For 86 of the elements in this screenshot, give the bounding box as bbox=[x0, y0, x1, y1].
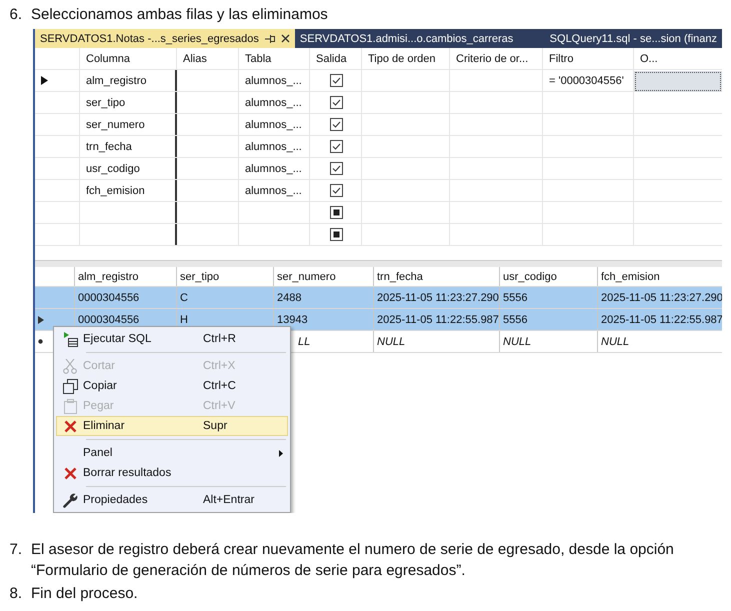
table-cell: 2025-11-05 11:22:55.987 bbox=[601, 314, 722, 326]
menu-item[interactable]: Ejecutar SQL Ctrl+R bbox=[56, 329, 288, 349]
menu-item[interactable]: Propiedades Alt+Entrar bbox=[56, 490, 288, 510]
checkbox[interactable] bbox=[330, 228, 342, 241]
step-number: 7. bbox=[8, 540, 23, 560]
table-cell: 13943 bbox=[277, 314, 308, 326]
table-cell: 2025-11-05 11:22:55.987 bbox=[377, 314, 499, 326]
menu-item[interactable]: Borrar resultados bbox=[56, 463, 288, 483]
table-cell: trn_fecha bbox=[86, 140, 132, 152]
table-cell: ser_numero bbox=[86, 118, 145, 130]
column-header[interactable]: Columna bbox=[80, 48, 177, 69]
checkbox[interactable] bbox=[330, 184, 342, 197]
table-cell: alumnos_... bbox=[245, 74, 302, 86]
table-row[interactable]: fch_emision alumnos_... bbox=[35, 180, 722, 202]
step-number: 6. bbox=[8, 5, 23, 25]
table-row[interactable]: ser_tipo alumnos_... bbox=[35, 92, 722, 114]
table-cell: alm_registro bbox=[86, 74, 147, 86]
pin-icon[interactable] bbox=[264, 34, 275, 42]
column-header[interactable]: alm_registro bbox=[75, 267, 177, 286]
wrench-icon bbox=[62, 492, 78, 508]
checkbox[interactable] bbox=[330, 162, 342, 175]
table-cell: 2025-11-05 11:23:27.290 bbox=[377, 292, 499, 304]
scissors-icon bbox=[63, 358, 77, 374]
table-cell: alumnos_... bbox=[245, 162, 302, 174]
close-icon[interactable] bbox=[280, 34, 290, 43]
table-row[interactable]: 0000304556 H 13943 2025-11-05 11:22:55.987 5556 2025-11-05 11:22:55.987 bbox=[35, 309, 722, 331]
column-header[interactable]: Salida bbox=[310, 48, 362, 69]
table-cell: NULL bbox=[601, 336, 630, 348]
document-tab[interactable]: SQLQuery11.sql - se...sion (finanz bbox=[544, 29, 722, 48]
row-pointer-icon bbox=[38, 316, 44, 324]
table-cell: = '0000304556' bbox=[549, 74, 624, 86]
table-cell: alumnos_... bbox=[245, 140, 302, 152]
focused-cell[interactable] bbox=[634, 71, 722, 92]
column-header[interactable]: usr_codigo bbox=[500, 267, 598, 286]
menu-item[interactable]: Eliminar Supr bbox=[56, 416, 288, 436]
run-icon bbox=[62, 332, 78, 346]
table-cell: alumnos_... bbox=[245, 118, 302, 130]
table-cell: LL bbox=[298, 336, 310, 348]
submenu-arrow-icon bbox=[279, 450, 283, 456]
menu-item[interactable]: Copiar Ctrl+C bbox=[56, 376, 288, 396]
table-cell: H bbox=[180, 314, 188, 326]
column-header[interactable]: Tipo de orden bbox=[362, 48, 450, 69]
table-cell: alumnos_... bbox=[245, 96, 302, 108]
column-header[interactable]: Criterio de or... bbox=[450, 48, 543, 69]
delete-icon bbox=[64, 420, 76, 432]
menu-item[interactable]: Panel bbox=[56, 443, 288, 463]
table-cell: 0000304556 bbox=[78, 314, 140, 326]
column-header[interactable]: Tabla bbox=[239, 48, 310, 69]
table-cell: usr_codigo bbox=[86, 162, 140, 174]
clipboard-icon bbox=[64, 398, 76, 414]
table-cell: 0000304556 bbox=[78, 292, 140, 304]
table-cell: C bbox=[180, 292, 188, 304]
step-text: El asesor de registro deberá crear nuevamente el numero de serie de egresado, desde la opción “Formulario de generación de números de serie para egresados”. bbox=[31, 540, 675, 581]
column-header[interactable]: O... bbox=[634, 48, 722, 69]
table-cell: 5556 bbox=[503, 314, 528, 326]
table-cell: alumnos_... bbox=[245, 184, 302, 196]
checkbox[interactable] bbox=[330, 206, 342, 219]
copy-icon bbox=[62, 378, 78, 394]
table-cell: NULL bbox=[503, 336, 532, 348]
column-header[interactable]: trn_fecha bbox=[374, 267, 500, 286]
new-row-icon bbox=[38, 339, 43, 344]
document-tab[interactable]: SERVDATOS1.Notas -...s_series_egresados bbox=[35, 29, 295, 48]
table-row[interactable]: alm_registro alumnos_... = '0000304556' bbox=[35, 70, 722, 92]
column-header[interactable]: Filtro bbox=[543, 48, 634, 69]
column-header[interactable]: Alias bbox=[177, 48, 239, 69]
step-text: Seleccionamos ambas filas y las eliminamos bbox=[31, 5, 329, 25]
table-cell: ser_tipo bbox=[86, 96, 126, 108]
checkbox[interactable] bbox=[330, 96, 342, 109]
step-number: 8. bbox=[8, 584, 23, 604]
checkbox[interactable] bbox=[330, 118, 342, 131]
checkbox[interactable] bbox=[330, 140, 342, 153]
table-cell: 5556 bbox=[503, 292, 528, 304]
delete-icon bbox=[64, 466, 76, 480]
checkbox[interactable] bbox=[330, 74, 342, 87]
row-pointer-icon bbox=[41, 76, 48, 85]
column-header[interactable]: fch_emision bbox=[598, 267, 722, 286]
column-header[interactable]: ser_numero bbox=[274, 267, 374, 286]
table-row[interactable]: usr_codigo alumnos_... bbox=[35, 158, 722, 180]
column-header[interactable]: ser_tipo bbox=[177, 267, 274, 286]
table-cell: NULL bbox=[377, 336, 406, 348]
document-tab[interactable]: SERVDATOS1.admisi...o.cambios_carreras bbox=[294, 29, 518, 48]
table-row[interactable]: ser_numero alumnos_... bbox=[35, 114, 722, 136]
table-cell: 2488 bbox=[277, 292, 302, 304]
table-row[interactable]: trn_fecha alumnos_... bbox=[35, 136, 722, 158]
table-cell: fch_emision bbox=[86, 184, 145, 196]
step-text: Fin del proceso. bbox=[31, 584, 139, 604]
